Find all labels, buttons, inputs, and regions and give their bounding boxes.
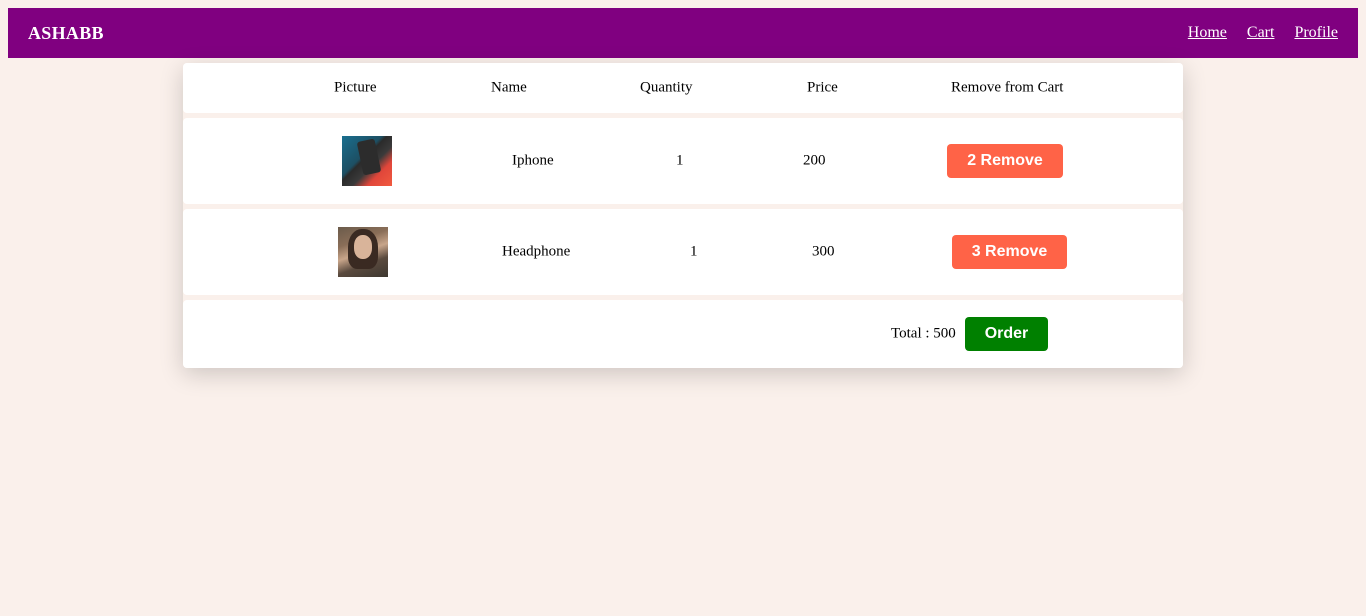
remove-button[interactable]: 3 Remove [952, 235, 1067, 269]
phone-shape [356, 138, 382, 176]
nav-links: Home Cart Profile [1188, 24, 1338, 42]
item-price: 300 [812, 243, 835, 260]
cart-table: Picture Name Quantity Price Remove from … [183, 63, 1183, 368]
item-price: 200 [803, 152, 826, 169]
remove-button[interactable]: 2 Remove [947, 144, 1063, 178]
iphone-picture [342, 136, 392, 186]
nav-link-cart[interactable]: Cart [1247, 24, 1275, 42]
item-quantity: 1 [676, 152, 684, 169]
item-quantity: 1 [690, 243, 698, 260]
brand-logo[interactable]: ASHABB [28, 23, 104, 44]
column-header-price: Price [807, 79, 838, 96]
nav-link-profile[interactable]: Profile [1294, 24, 1338, 42]
order-button[interactable]: Order [965, 317, 1048, 351]
cart-total-row: Total : 500 Order [183, 300, 1183, 368]
column-header-quantity: Quantity [640, 79, 693, 96]
item-name: Iphone [512, 152, 554, 169]
cart-item-row: Iphone 1 200 2 Remove [183, 118, 1183, 204]
navbar: ASHABB Home Cart Profile [8, 8, 1358, 58]
item-name: Headphone [502, 243, 571, 260]
column-header-name: Name [491, 79, 527, 96]
total-amount: Total : 500 [891, 325, 956, 342]
column-header-remove: Remove from Cart [951, 79, 1064, 96]
headphone-picture [338, 227, 388, 277]
column-header-picture: Picture [334, 79, 377, 96]
nav-link-home[interactable]: Home [1188, 24, 1227, 42]
face-shape [354, 235, 372, 259]
cart-header-row: Picture Name Quantity Price Remove from … [183, 63, 1183, 113]
cart-item-row: Headphone 1 300 3 Remove [183, 209, 1183, 295]
